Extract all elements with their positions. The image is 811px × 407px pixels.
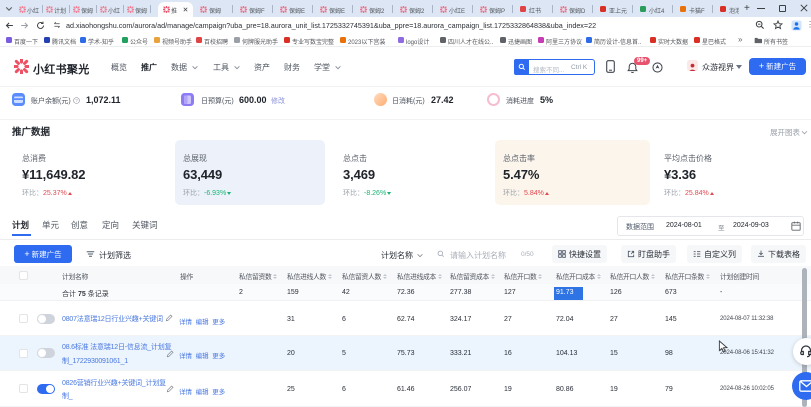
svg-text:?: ? — [75, 98, 78, 103]
